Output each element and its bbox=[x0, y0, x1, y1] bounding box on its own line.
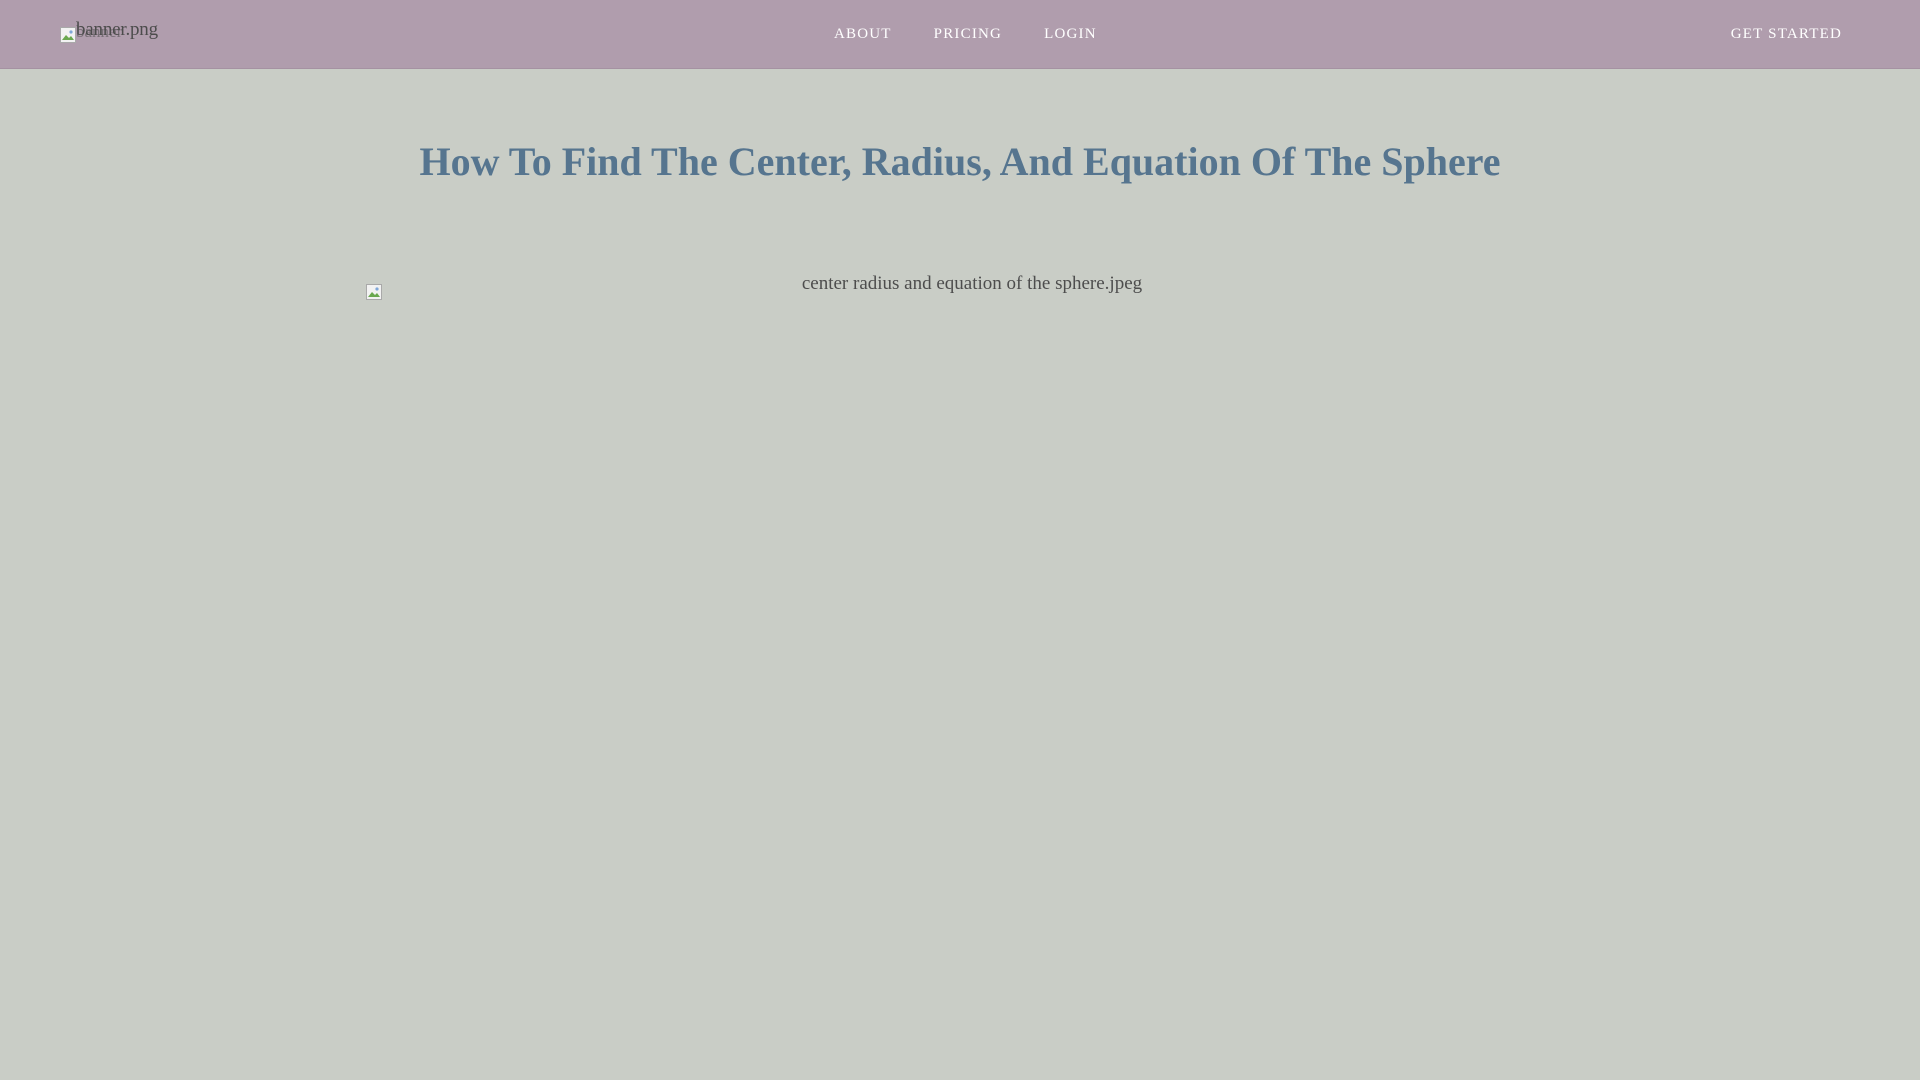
nav-link-pricing[interactable]: PRICING bbox=[934, 26, 1002, 43]
get-started-button[interactable]: GET STARTED bbox=[1731, 0, 1842, 69]
hero-image-alt-text: center radius and equation of the sphere… bbox=[801, 273, 1143, 294]
main-nav: ABOUT PRICING LOGIN bbox=[834, 0, 1139, 69]
site-logo-link[interactable]: banner.png banner bbox=[60, 20, 158, 44]
hero-image: center radius and equation of the sphere… bbox=[366, 272, 1554, 312]
page-title: How To Find The Center, Radius, And Equa… bbox=[419, 139, 1501, 184]
nav-link-login[interactable]: LOGIN bbox=[1044, 26, 1097, 43]
top-navbar: banner.png banner ABOUT PRICING LOGIN GE… bbox=[0, 0, 1920, 69]
nav-link-about[interactable]: ABOUT bbox=[834, 26, 892, 43]
broken-image-icon bbox=[60, 27, 76, 43]
logo-alt-overlay-text: banner bbox=[76, 22, 123, 41]
broken-image-icon bbox=[366, 284, 382, 300]
